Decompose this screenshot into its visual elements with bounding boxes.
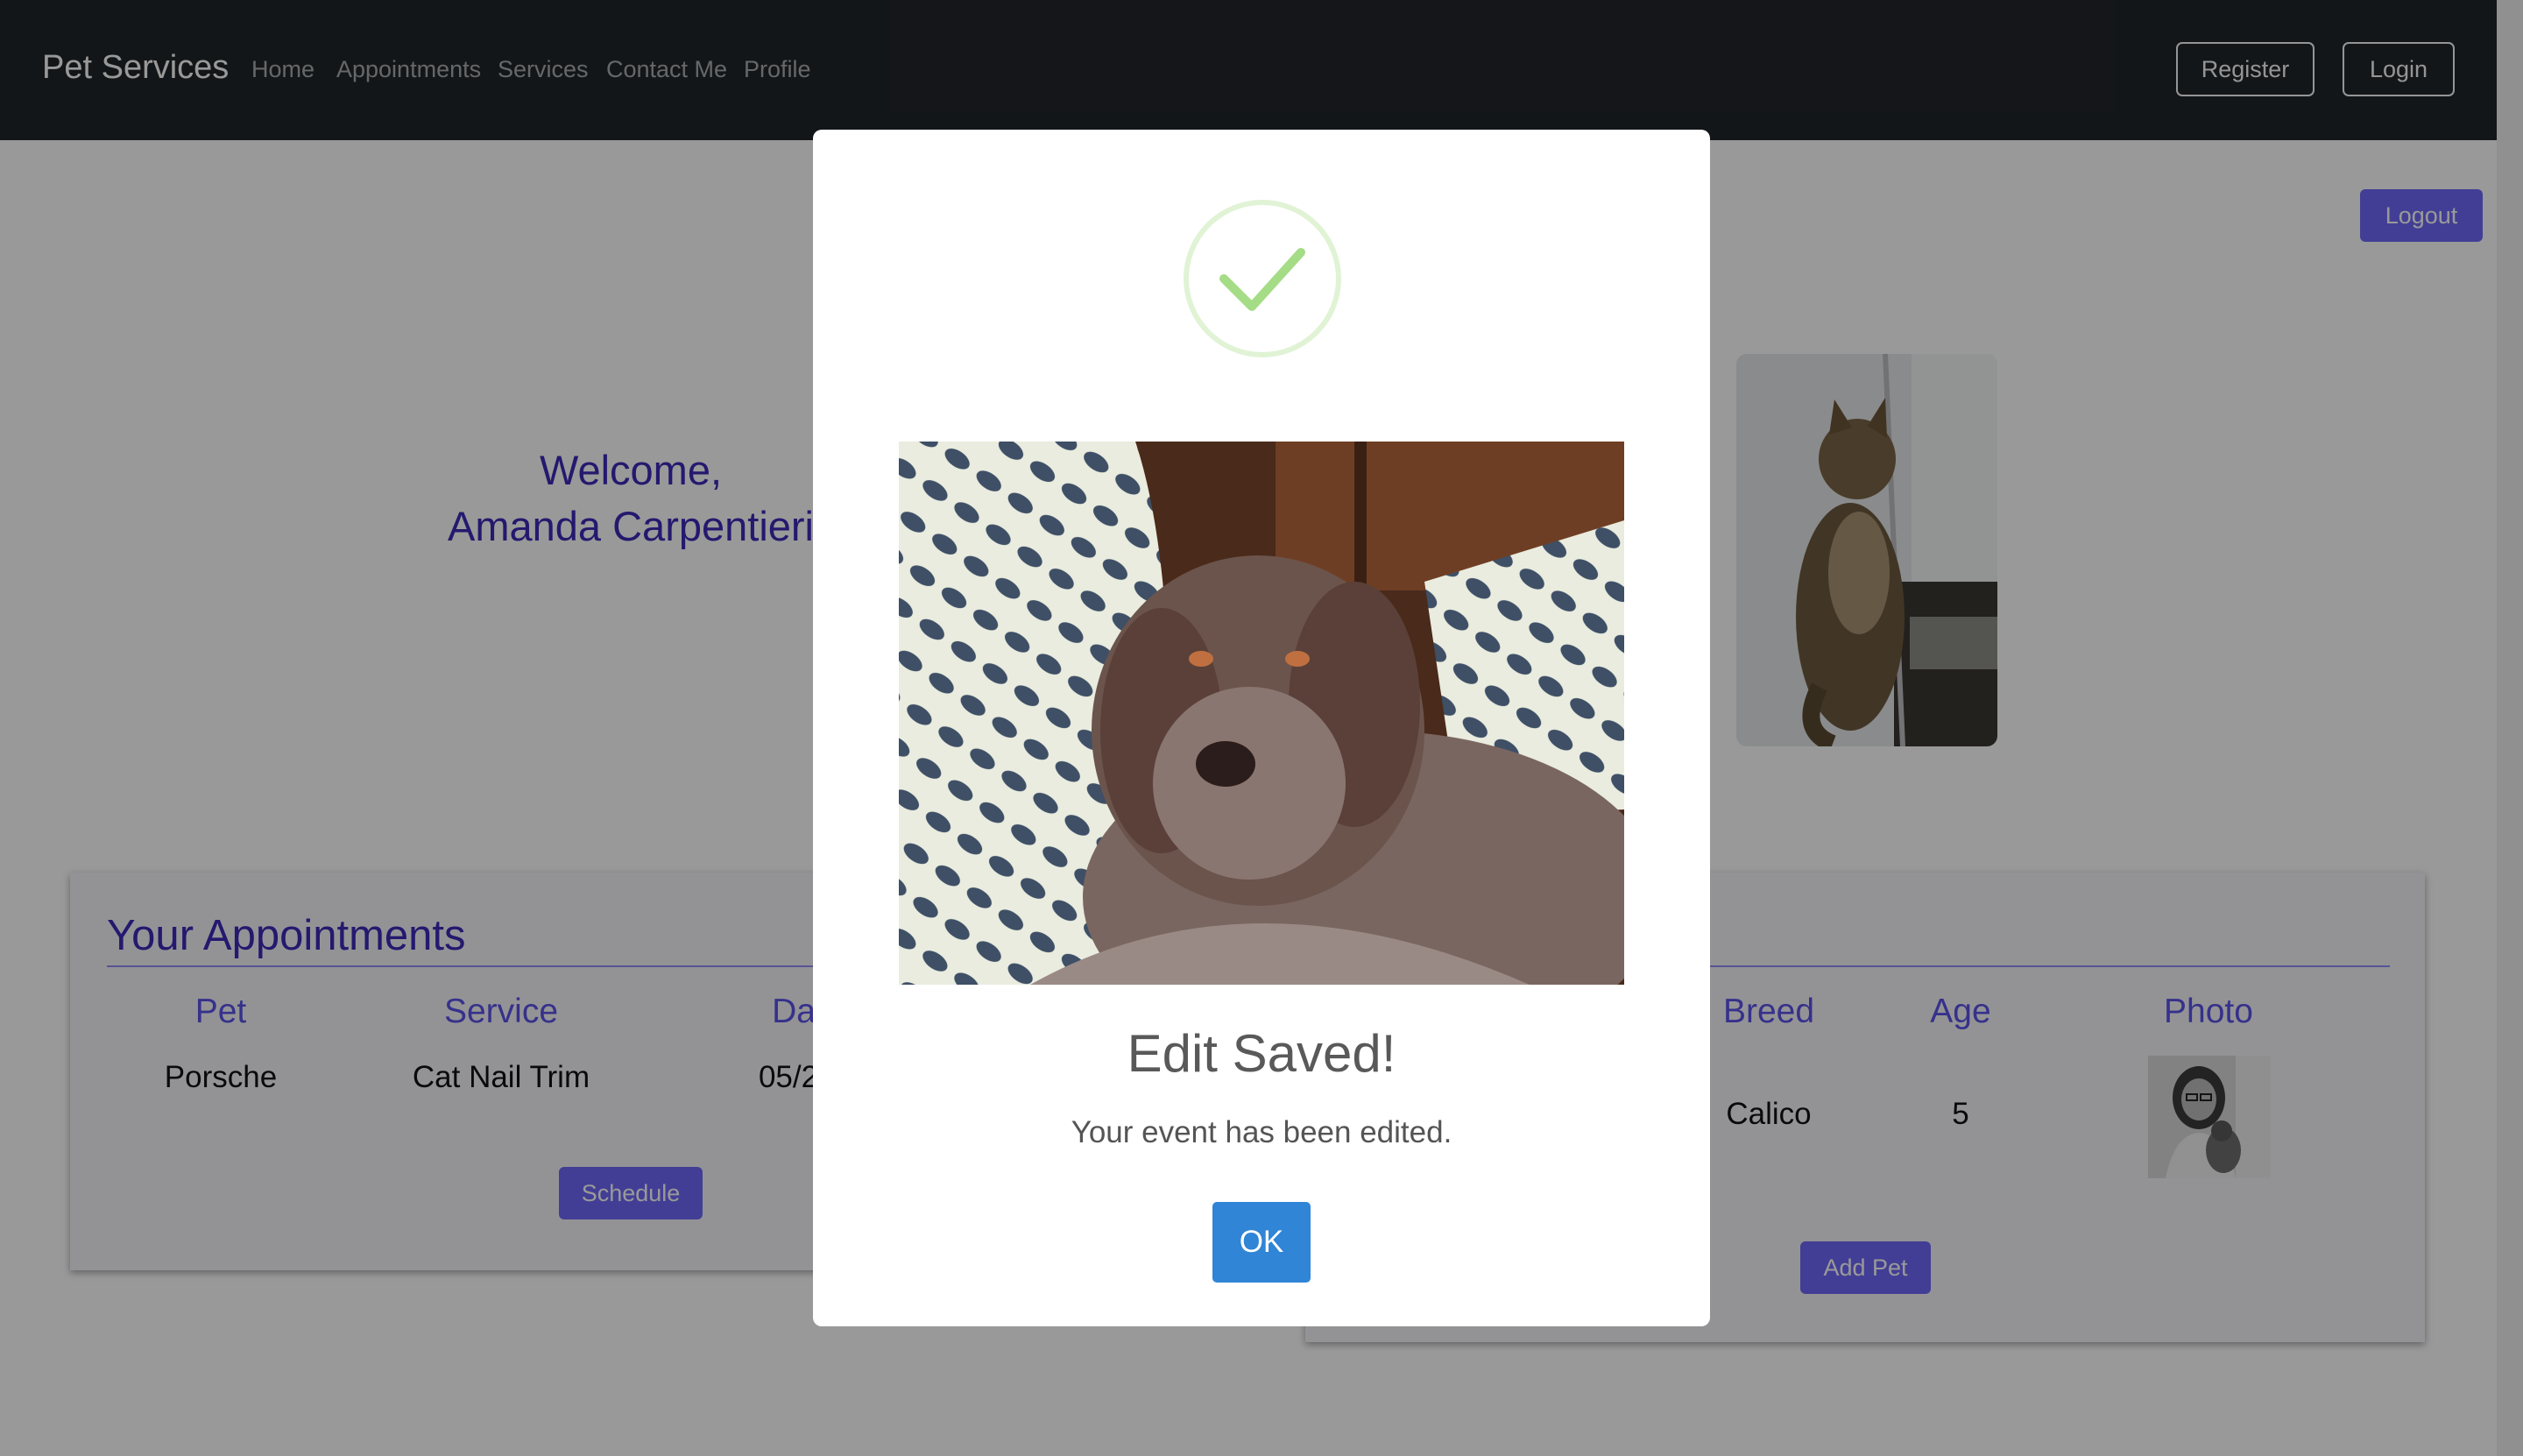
page: Pet Services Home Appointments Services …: [0, 0, 2523, 1456]
pet-dog-photo: [899, 442, 1624, 985]
ok-button[interactable]: OK: [1212, 1202, 1311, 1283]
modal-title: Edit Saved!: [1127, 1024, 1396, 1083]
success-modal: Edit Saved! Your event has been edited. …: [813, 130, 1710, 1326]
modal-message: Your event has been edited.: [1071, 1115, 1452, 1149]
success-check-icon: [1184, 200, 1341, 357]
